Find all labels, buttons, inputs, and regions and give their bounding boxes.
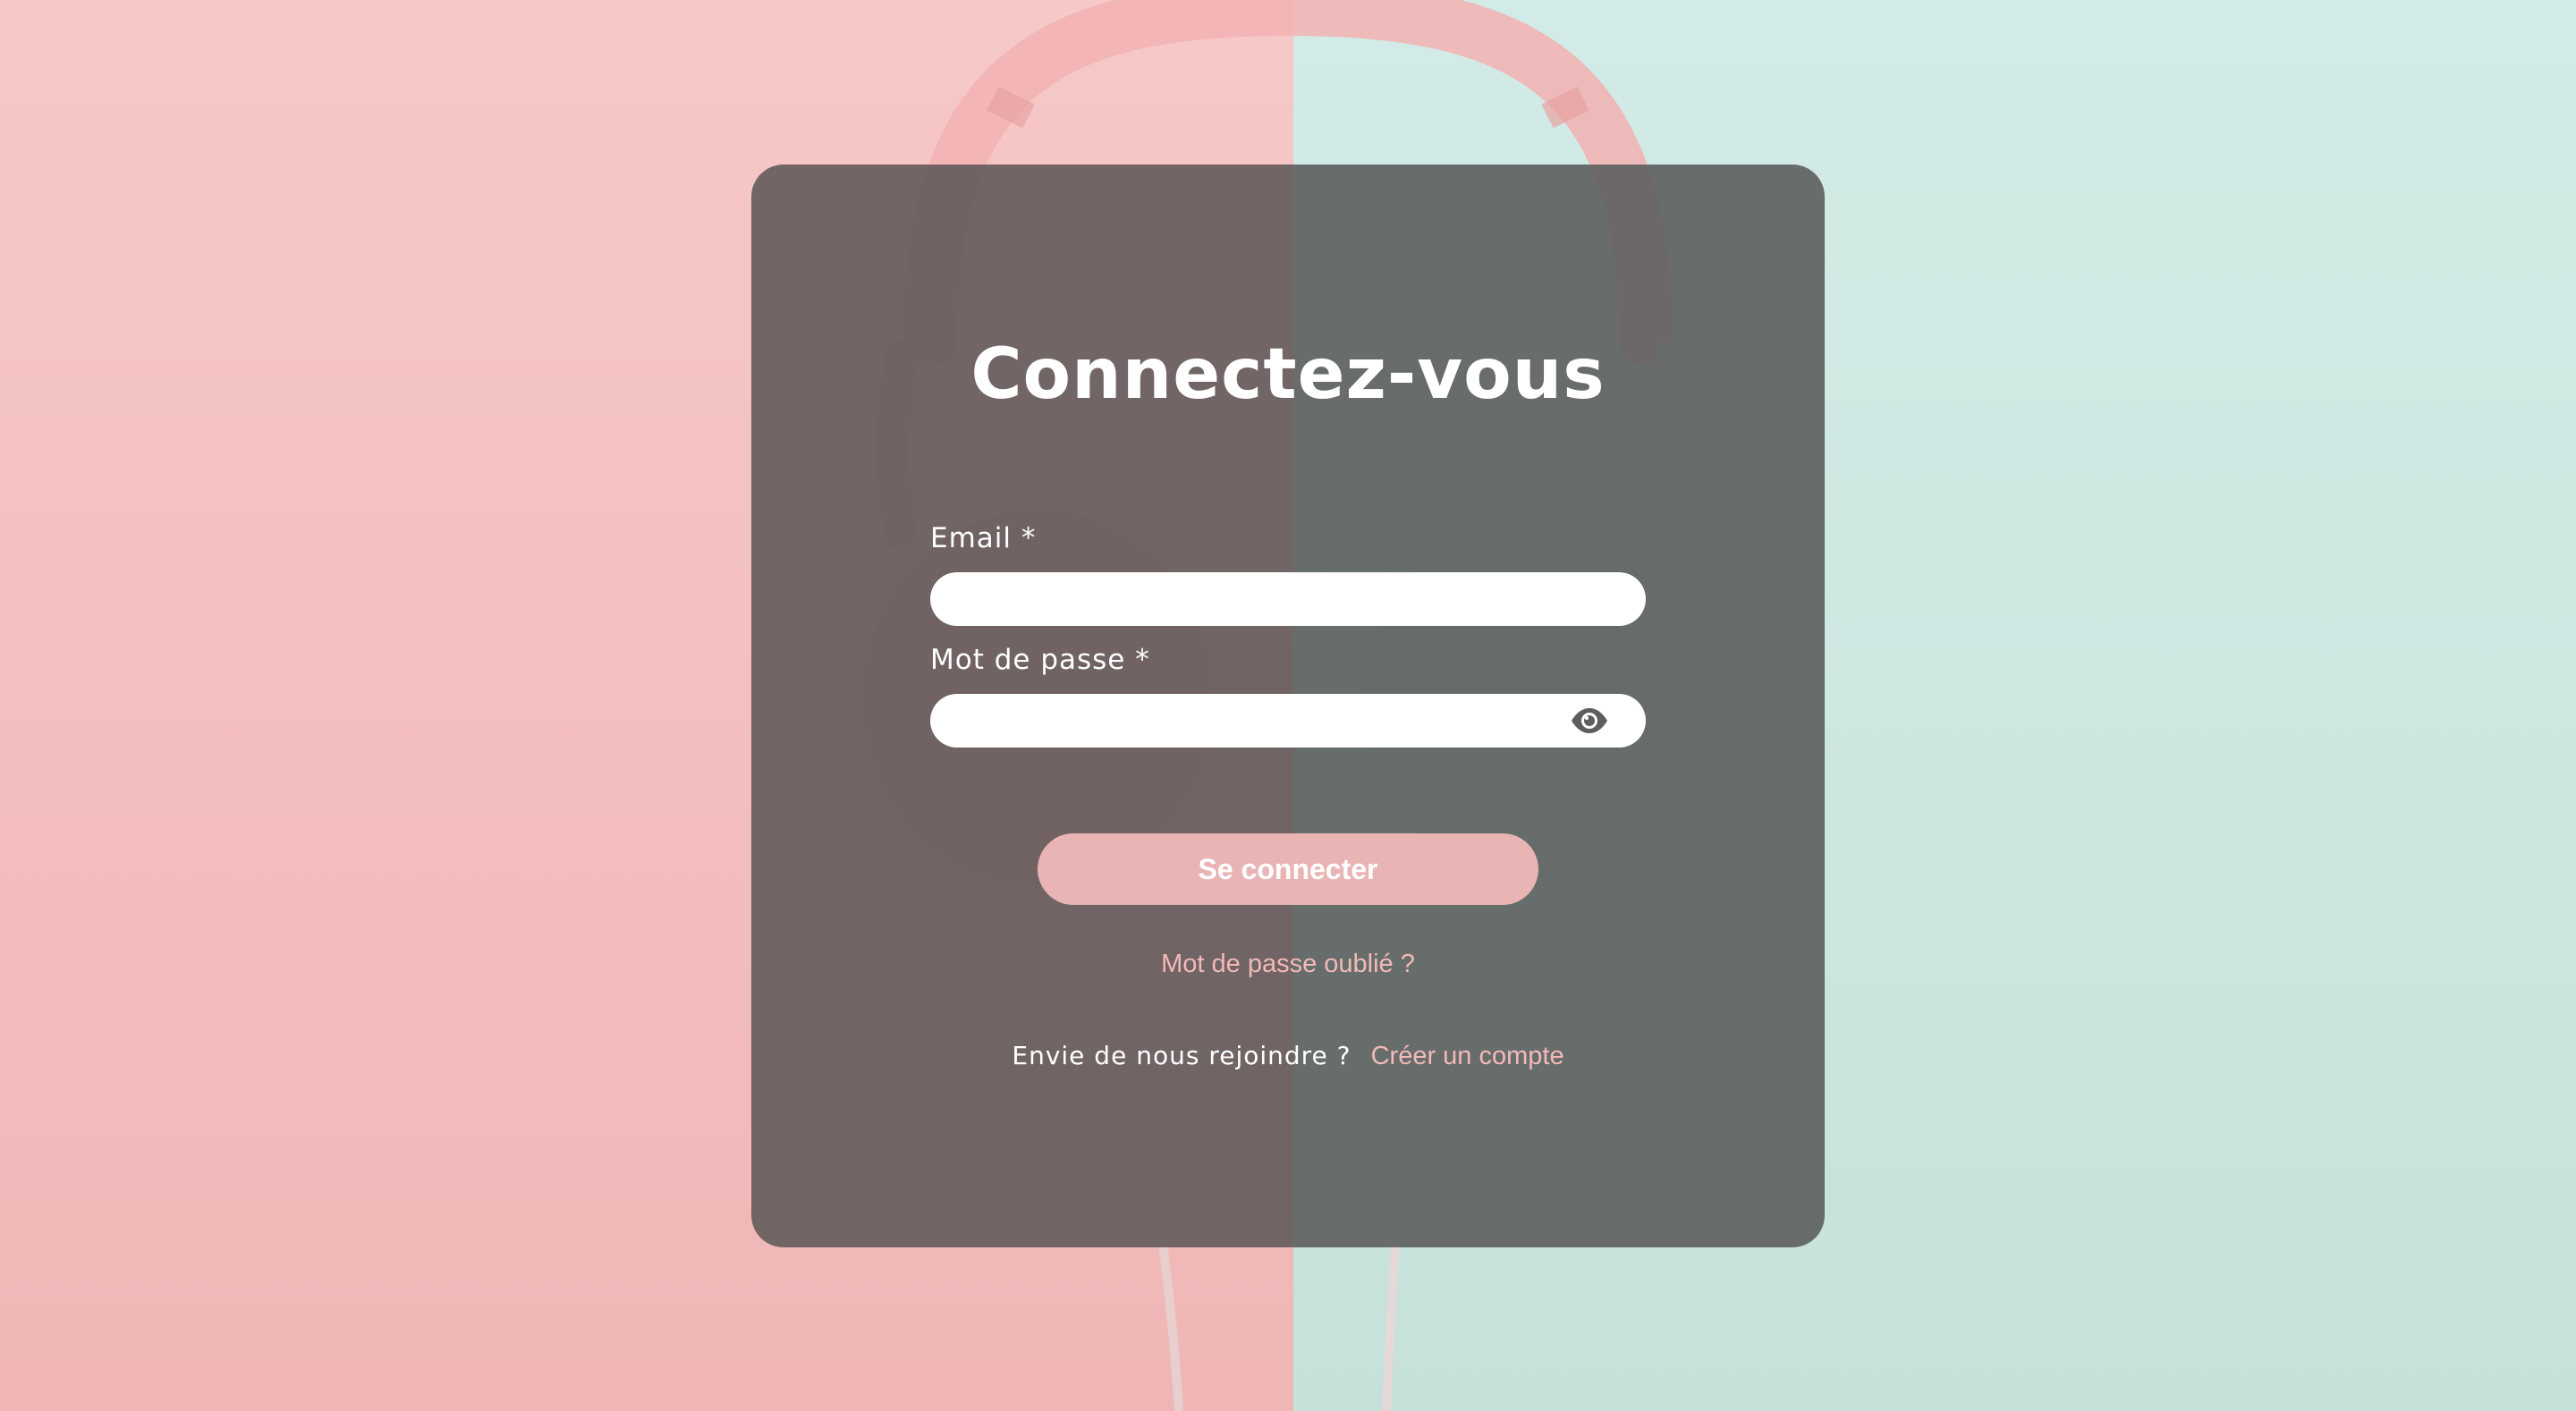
forgot-password-link[interactable]: Mot de passe oublié ? [1161,950,1415,978]
eye-icon [1572,708,1607,733]
create-account-link[interactable]: Créer un compte [1371,1042,1564,1070]
signup-row: Envie de nous rejoindre ? Créer un compt… [751,1041,1825,1071]
password-field[interactable] [930,694,1646,748]
login-form: Connectez-vous Email * Mot de passe * Se… [751,165,1825,1247]
show-password-toggle[interactable] [1569,706,1610,736]
password-label: Mot de passe * [930,644,1150,676]
login-button[interactable]: Se connecter [1038,833,1538,905]
page-title: Connectez-vous [970,334,1606,415]
email-label: Email * [930,522,1037,554]
forgot-password-row: Mot de passe oublié ? [751,950,1825,979]
login-page: Connectez-vous Email * Mot de passe * Se… [0,0,2576,1411]
email-field[interactable] [930,572,1646,626]
signup-prompt: Envie de nous rejoindre ? [1012,1041,1352,1070]
login-card: Connectez-vous Email * Mot de passe * Se… [751,165,1825,1247]
